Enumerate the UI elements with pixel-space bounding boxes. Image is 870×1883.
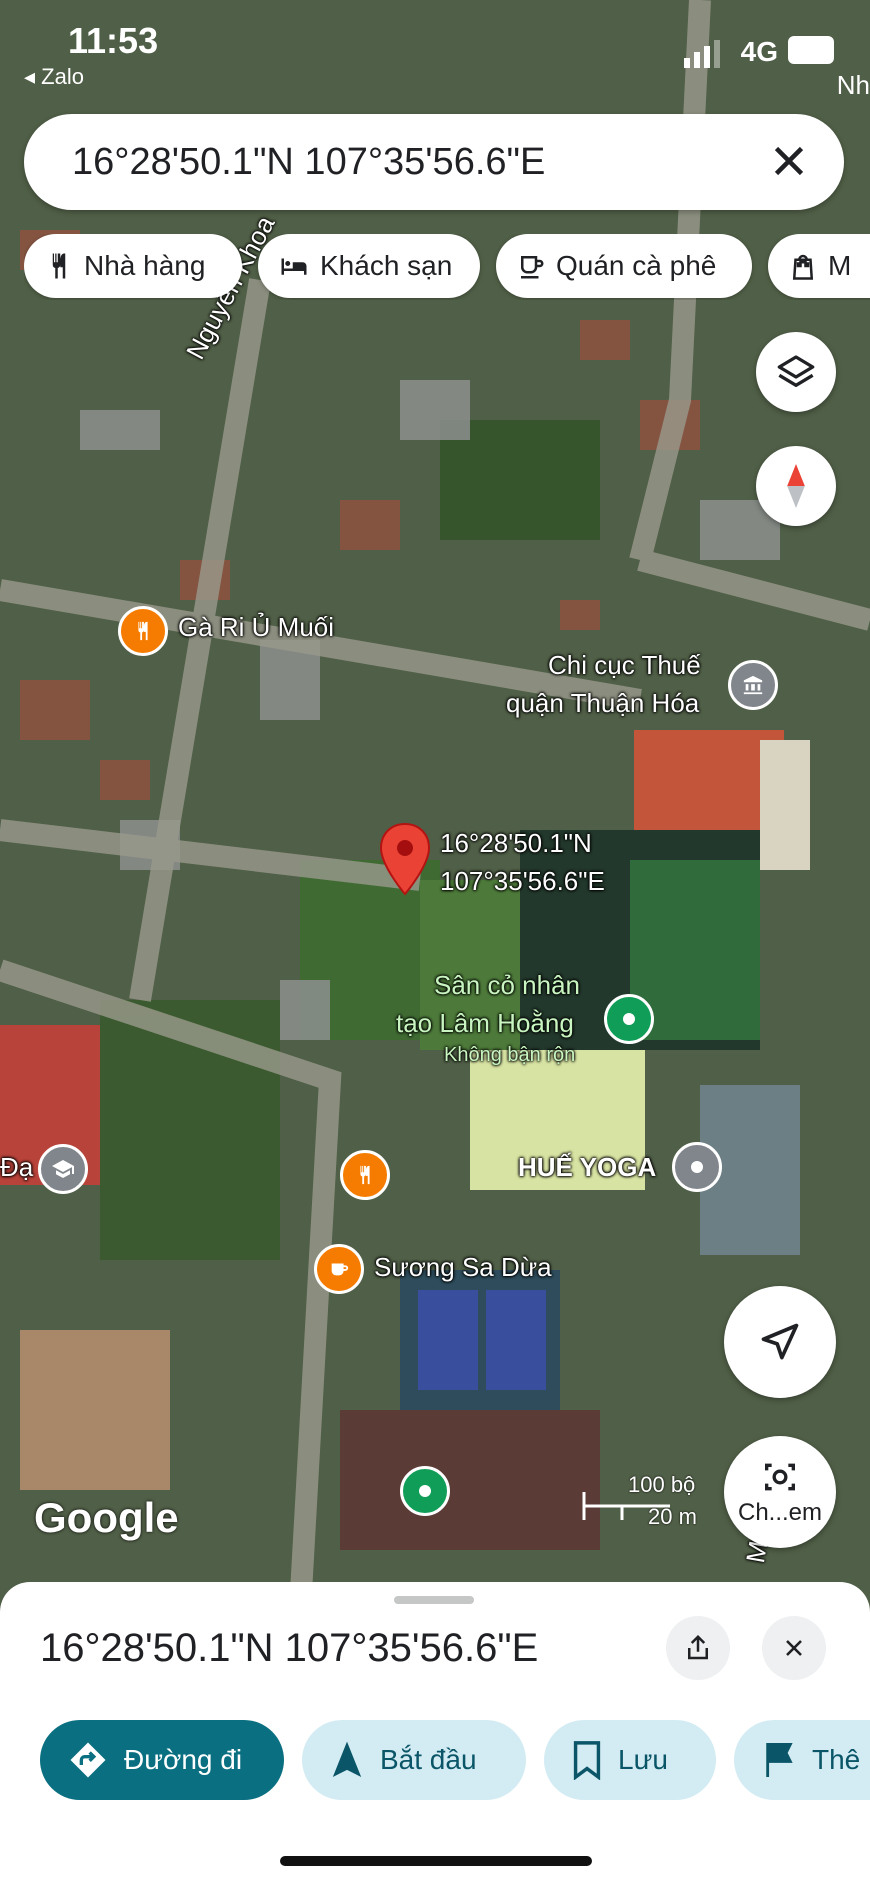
chip-shopping[interactable]: M <box>768 234 870 298</box>
bed-icon <box>281 258 307 275</box>
network-type: 4G <box>740 36 778 67</box>
add-label-button[interactable]: Thê <box>734 1720 870 1800</box>
directions-icon <box>70 1742 106 1778</box>
chip-label: Quán cà phê <box>556 250 717 281</box>
close-icon <box>786 1640 802 1656</box>
scale-metric: 20 m <box>648 1504 697 1529</box>
bookmark-icon <box>573 1741 601 1780</box>
action-label: Lưu <box>618 1744 668 1775</box>
poi-label-san-co-1[interactable]: Sân cỏ nhân <box>434 970 580 1001</box>
action-label: Thê <box>812 1744 861 1775</box>
save-button[interactable]: Lưu <box>544 1720 716 1800</box>
chip-coffee[interactable]: Quán cà phê <box>496 234 752 298</box>
poi-label-hue-yoga[interactable]: HUẾ YOGA <box>518 1152 656 1183</box>
signal-icon <box>684 40 720 68</box>
place-bottom-sheet[interactable]: 16°28'50.1"N 107°35'56.6"E Đường đi Bắt … <box>0 1582 870 1883</box>
google-logo: Google <box>34 1494 179 1541</box>
share-icon <box>688 1634 708 1660</box>
clear-search-icon[interactable] <box>764 136 814 186</box>
clock: 11:53 <box>68 20 159 61</box>
location-pin-icon[interactable] <box>378 822 432 896</box>
lens-button[interactable]: Ch...em <box>724 1436 836 1548</box>
coffee-icon <box>521 256 544 279</box>
pin-label-lat: 16°28'50.1"N <box>440 828 592 858</box>
action-label: Đường đi <box>124 1744 243 1775</box>
sports-icon[interactable] <box>400 1466 450 1516</box>
chip-hotels[interactable]: Khách sạn <box>258 234 480 298</box>
fork-knife-icon <box>52 253 66 279</box>
poi-label-suong-sa-dua[interactable]: Sương Sa Dừa <box>374 1252 552 1283</box>
camera-icon <box>765 1463 795 1491</box>
directions-button[interactable]: Đường đi <box>40 1720 284 1800</box>
layers-button[interactable] <box>756 332 836 412</box>
poi-label-ga-ri[interactable]: Gà Ri Ủ Muối <box>178 612 334 643</box>
poi-label-chi-cuc-thue[interactable]: Chi cục Thuế <box>548 650 701 681</box>
category-chips: Nhà hàng Khách sạn Quán cà phê M <box>24 234 870 300</box>
search-query[interactable]: 16°28'50.1"N 107°35'56.6"E <box>72 141 545 184</box>
back-to-app-link[interactable]: ◂ Zalo <box>24 64 84 90</box>
chip-label: Nhà hàng <box>84 250 206 281</box>
share-button[interactable] <box>666 1616 730 1680</box>
start-button[interactable]: Bắt đầu <box>302 1720 526 1800</box>
government-icon[interactable] <box>728 660 778 710</box>
compass-button[interactable] <box>756 446 836 526</box>
navigation-arrow-icon <box>761 1323 799 1360</box>
close-sheet-button[interactable] <box>762 1616 826 1680</box>
action-buttons: Đường đi Bắt đầu Lưu Thê <box>40 1720 870 1802</box>
edge-label: Nh <box>836 70 870 100</box>
home-indicator[interactable] <box>280 1856 592 1866</box>
chip-restaurants[interactable]: Nhà hàng <box>24 234 242 298</box>
navigation-arrow-icon <box>332 1741 362 1777</box>
search-bar[interactable]: 16°28'50.1"N 107°35'56.6"E <box>24 114 844 210</box>
lens-label: Ch...em <box>737 1499 823 1526</box>
battery-icon <box>788 36 834 64</box>
status-bar: 11:53 ◂ Zalo 4G Nh <box>0 14 870 100</box>
place-title: 16°28'50.1"N 107°35'56.6"E <box>40 1626 539 1670</box>
flag-icon <box>766 1743 793 1777</box>
action-label: Bắt đầu <box>380 1744 477 1775</box>
restaurant-icon[interactable] <box>340 1150 390 1200</box>
pin-label-lng: 107°35'56.6"E <box>440 866 605 896</box>
school-icon[interactable] <box>38 1144 88 1194</box>
layers-icon <box>777 355 815 387</box>
poi-label-quan-thuan-hoa[interactable]: quận Thuận Hóa <box>506 688 699 719</box>
busy-status: Không bận rộn <box>444 1044 576 1066</box>
place-icon[interactable] <box>672 1142 722 1192</box>
poi-label-school[interactable]: Đạ <box>0 1152 33 1183</box>
map-scale: 100 bộ 20 m <box>582 1472 702 1534</box>
chip-label: Khách sạn <box>320 250 453 281</box>
coffee-icon[interactable] <box>314 1244 364 1294</box>
sheet-drag-handle[interactable] <box>394 1596 474 1604</box>
poi-label-san-co-2[interactable]: tạo Lâm Hoằng <box>396 1008 574 1039</box>
shopping-bag-icon <box>792 254 814 280</box>
my-location-button[interactable] <box>724 1286 836 1398</box>
sports-icon[interactable] <box>604 994 654 1044</box>
compass-icon <box>787 464 805 508</box>
chip-label: M <box>828 250 852 281</box>
restaurant-icon[interactable] <box>118 606 168 656</box>
